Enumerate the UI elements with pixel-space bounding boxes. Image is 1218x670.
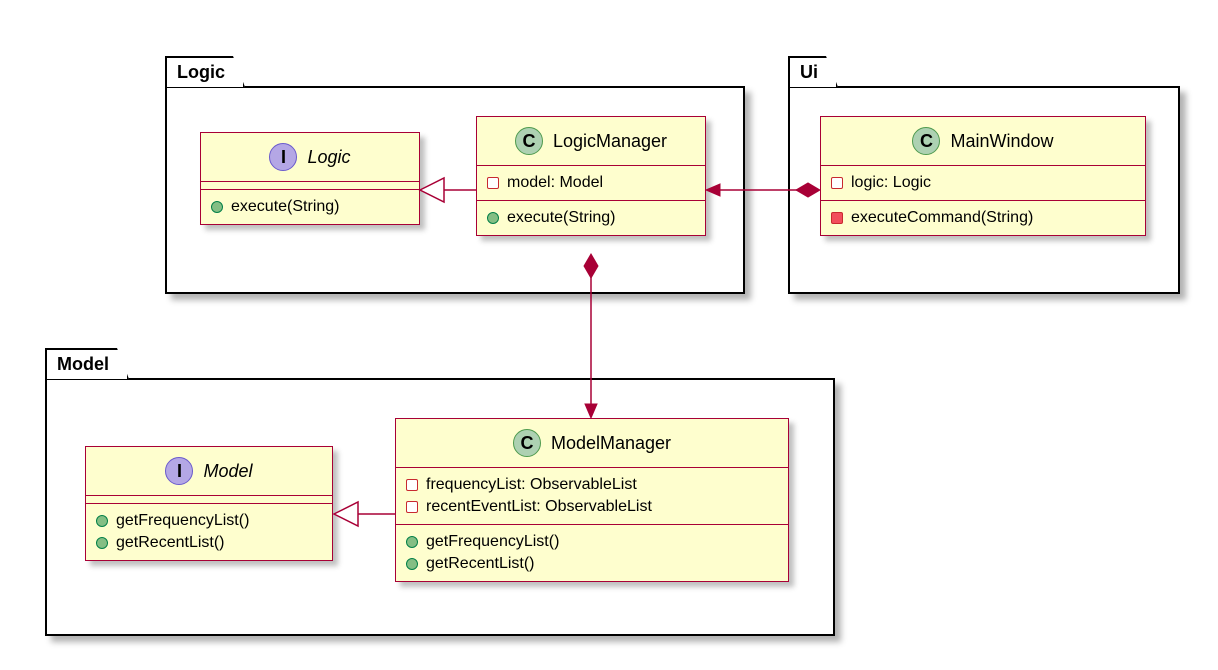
method-row: execute(String) [211,196,409,218]
interface-icon: I [165,457,193,485]
class-title-modelmanager: ModelManager [551,433,671,454]
interface-icon: I [269,143,297,171]
method-row: execute(String) [487,207,695,229]
method-sig: getFrequencyList() [426,533,559,551]
class-logic-interface: I Logic execute(String) [200,132,420,225]
method-sig: executeCommand(String) [851,209,1033,227]
method-row: executeCommand(String) [831,207,1135,229]
visibility-public-icon [211,201,223,213]
method-sig: getFrequencyList() [116,512,249,530]
field-sig: logic: Logic [851,174,931,192]
field-row: logic: Logic [831,172,1135,194]
visibility-public-icon [406,558,418,570]
visibility-private-icon [831,177,843,189]
field-sig: model: Model [507,174,603,192]
visibility-public-icon [487,212,499,224]
method-sig: getRecentList() [426,555,535,573]
method-row: getRecentList() [406,553,778,575]
method-row: getFrequencyList() [406,531,778,553]
class-title-logic: Logic [307,147,350,168]
field-sig: frequencyList: ObservableList [426,476,637,494]
method-sig: getRecentList() [116,534,225,552]
class-model-manager: C ModelManager frequencyList: Observable… [395,418,789,582]
method-row: getFrequencyList() [96,510,322,532]
class-title-mainwindow: MainWindow [950,131,1053,152]
class-title-model: Model [203,461,252,482]
package-logic-tab: Logic [165,56,245,87]
class-logic-manager: C LogicManager model: Model execute(Stri… [476,116,706,236]
visibility-private-icon [406,479,418,491]
class-icon: C [515,127,543,155]
field-row: recentEventList: ObservableList [406,496,778,518]
field-row: model: Model [487,172,695,194]
class-icon: C [912,127,940,155]
package-ui-tab: Ui [788,56,838,87]
class-icon: C [513,429,541,457]
class-main-window: C MainWindow logic: Logic executeCommand… [820,116,1146,236]
visibility-public-icon [96,537,108,549]
method-sig: execute(String) [507,209,616,227]
field-sig: recentEventList: ObservableList [426,498,652,516]
field-row: frequencyList: ObservableList [406,474,778,496]
method-row: getRecentList() [96,532,322,554]
visibility-private-filled-icon [831,212,843,224]
class-model-interface: I Model getFrequencyList() getRecentList… [85,446,333,561]
visibility-public-icon [406,536,418,548]
class-title-logicmanager: LogicManager [553,131,667,152]
visibility-private-icon [406,501,418,513]
method-sig: execute(String) [231,198,340,216]
visibility-public-icon [96,515,108,527]
visibility-private-icon [487,177,499,189]
package-model-tab: Model [45,348,129,379]
